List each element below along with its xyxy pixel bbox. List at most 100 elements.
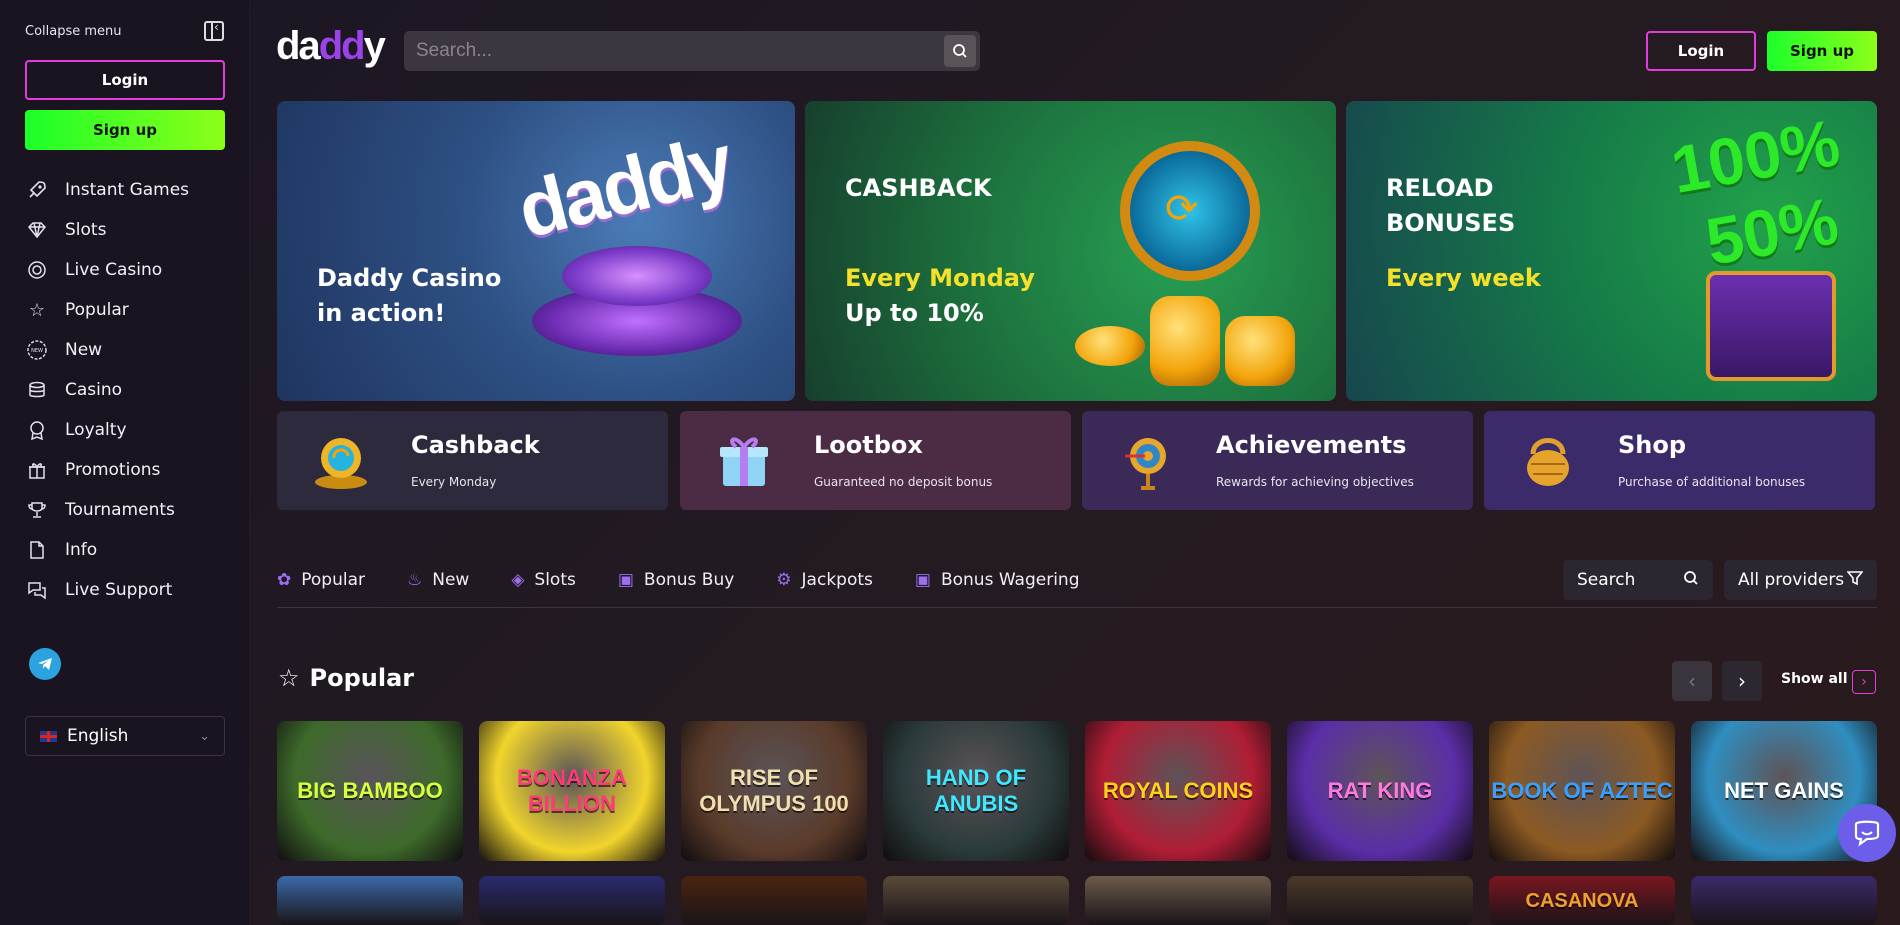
star-icon: ☆ [28, 299, 46, 321]
live-chat-button[interactable] [1838, 804, 1896, 862]
flame-icon: ♨ [407, 570, 423, 590]
tabs-divider [277, 607, 1877, 608]
section-title-popular: ☆ Popular [278, 664, 414, 692]
chevron-right-icon: › [1738, 669, 1746, 693]
sidebar-item-info[interactable]: Info [25, 530, 224, 570]
search-input[interactable] [416, 40, 944, 62]
sidebar-item-promotions[interactable]: Promotions [25, 450, 224, 490]
svg-text:NEW: NEW [31, 348, 43, 354]
game-tile[interactable]: BOOK OF AZTEC [1489, 721, 1675, 861]
tab-bonus-wagering[interactable]: ▣ Bonus Wagering [915, 570, 1080, 590]
banner-title-line2: BONUSES [1386, 209, 1516, 237]
banner-daddy-casino[interactable]: daddy Daddy Casino in action! [277, 101, 795, 401]
banner-title: Daddy Casino [317, 264, 502, 292]
chevron-right-icon[interactable]: › [1852, 670, 1876, 694]
providers-filter[interactable]: All providers [1724, 560, 1877, 600]
rocket-icon [25, 178, 49, 202]
feature-card-achievements[interactable]: Achievements Rewards for achieving objec… [1082, 411, 1473, 510]
banner-reload-bonuses[interactable]: 100% 50% RELOAD BONUSES Every week [1346, 101, 1877, 401]
feature-card-lootbox[interactable]: Lootbox Guaranteed no deposit bonus [680, 411, 1071, 510]
tab-label: Bonus Buy [643, 570, 735, 590]
cashback-icon [309, 429, 373, 493]
sidebar-item-label: Live Support [65, 580, 173, 600]
sidebar-item-instant-games[interactable]: Instant Games [25, 170, 224, 210]
carousel-prev-button[interactable]: ‹ [1672, 661, 1712, 701]
game-tile[interactable]: HAND OF ANUBIS [883, 721, 1069, 861]
sidebar-item-casino[interactable]: Casino [25, 370, 224, 410]
game-tile[interactable]: BONANZA BILLION [479, 721, 665, 861]
search-icon[interactable] [944, 35, 976, 67]
sidebar-item-live-casino[interactable]: Live Casino [25, 250, 224, 290]
collapse-menu-row[interactable]: Collapse menu [25, 18, 224, 44]
game-tile[interactable] [1085, 876, 1271, 925]
collapse-icon[interactable] [204, 20, 224, 41]
login-button[interactable]: Login [1646, 31, 1756, 71]
sidebar-signup-button[interactable]: Sign up [25, 110, 225, 150]
feature-title: Cashback [411, 431, 540, 459]
sidebar-nav: Instant Games Slots Live Casino ☆ Popula… [25, 170, 224, 610]
sidebar-item-label: Tournaments [65, 500, 175, 520]
language-selector[interactable]: English ⌄ [25, 716, 225, 756]
banner-logo-text: daddy [509, 117, 740, 255]
sidebar-item-tournaments[interactable]: Tournaments [25, 490, 224, 530]
sidebar-item-popular[interactable]: ☆ Popular [25, 290, 224, 330]
sidebar-item-label: Slots [65, 220, 107, 240]
tab-new[interactable]: ♨ New [407, 570, 469, 590]
show-all-link[interactable]: Show all [1781, 671, 1848, 687]
sidebar-login-button[interactable]: Login [25, 60, 225, 100]
game-title: ROYAL COINS [1102, 778, 1254, 803]
game-search-box[interactable]: Search [1563, 560, 1713, 600]
sidebar-item-label: Info [65, 540, 98, 560]
signup-button[interactable]: Sign up [1767, 31, 1877, 71]
banner-highlight: Every Monday [845, 264, 1035, 292]
feature-subtitle: Guaranteed no deposit bonus [814, 475, 993, 489]
providers-label: All providers [1738, 570, 1845, 590]
document-icon [25, 538, 49, 562]
game-tile[interactable] [883, 876, 1069, 925]
feature-card-cashback[interactable]: Cashback Every Monday [277, 411, 668, 510]
refresh-arrows-image: ⟳ [1165, 186, 1199, 232]
sidebar-item-slots[interactable]: Slots [25, 210, 224, 250]
new-badge-icon: NEW [25, 338, 49, 362]
sidebar-item-live-support[interactable]: Live Support [25, 570, 224, 610]
tab-jackpots[interactable]: ⚙ Jackpots [776, 570, 873, 590]
telegram-icon[interactable] [29, 648, 61, 680]
sidebar-item-loyalty[interactable]: Loyalty [25, 410, 224, 450]
banner-cashback[interactable]: ⟳ CASHBACK Every Monday Up to 10% [805, 101, 1336, 401]
game-title: BOOK OF AZTEC [1491, 778, 1673, 803]
collapse-menu-label: Collapse menu [25, 23, 122, 39]
search-icon [1683, 570, 1699, 591]
tab-slots[interactable]: ◈ Slots [511, 570, 576, 590]
game-tile[interactable]: ROYAL COINS [1085, 721, 1271, 861]
tab-popular[interactable]: ✿ Popular [277, 570, 365, 590]
feature-card-shop[interactable]: Shop Purchase of additional bonuses [1484, 411, 1875, 510]
game-tile[interactable]: RISE OF OLYMPUS 100 [681, 721, 867, 861]
tab-bonus-buy[interactable]: ▣ Bonus Buy [618, 570, 734, 590]
game-tile[interactable]: CASANOVA [1489, 876, 1675, 925]
tab-label: Bonus Wagering [940, 570, 1080, 590]
tab-label: Slots [534, 570, 576, 590]
banner-highlight: Every week [1386, 264, 1541, 292]
game-tile[interactable]: BIG BAMBOO [277, 721, 463, 861]
carousel-next-button[interactable]: › [1722, 661, 1762, 701]
coin-stack-image [1150, 296, 1220, 386]
game-tile[interactable] [1287, 876, 1473, 925]
game-title: BONANZA BILLION [517, 765, 627, 816]
game-tile[interactable]: RAT KING [1287, 721, 1473, 861]
game-tile[interactable] [479, 876, 665, 925]
chevron-down-icon: ⌄ [199, 728, 210, 744]
game-tile[interactable] [277, 876, 463, 925]
game-tile[interactable] [1691, 876, 1877, 925]
category-tabs: ✿ Popular ♨ New ◈ Slots ▣ Bonus Buy ⚙ Ja… [277, 560, 1122, 600]
banner-subtitle: Up to 10% [845, 299, 984, 327]
banner-title: RELOAD [1386, 174, 1494, 202]
daddy-logo[interactable]: daddy [276, 24, 386, 69]
game-title: RISE OF OLYMPUS 100 [699, 765, 849, 816]
game-tile[interactable] [681, 876, 867, 925]
award-icon [25, 418, 49, 442]
sidebar-item-new[interactable]: NEW New [25, 330, 224, 370]
feature-title: Achievements [1216, 431, 1407, 459]
feature-title: Shop [1618, 431, 1687, 459]
logo-text-b: dd [318, 24, 366, 68]
gift-chest-image [1706, 271, 1836, 381]
